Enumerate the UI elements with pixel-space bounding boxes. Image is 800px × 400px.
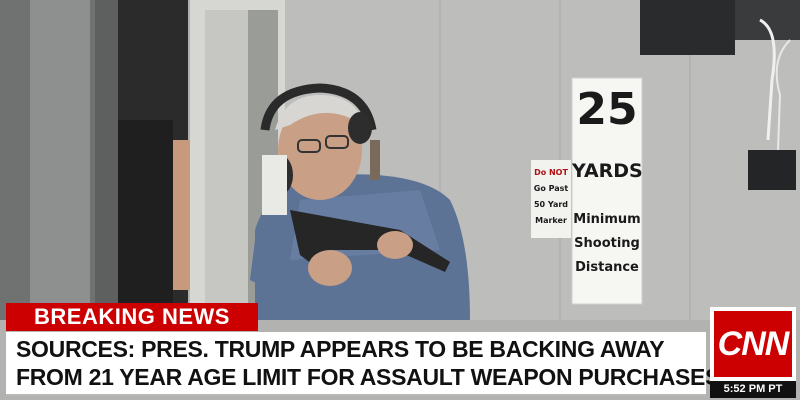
- distance-sign-caption-1: Minimum: [573, 212, 641, 227]
- cnn-logo: CNN: [717, 325, 790, 363]
- warning-sign-line-2: Go Past: [533, 184, 569, 193]
- distance-sign-caption-3: Distance: [575, 260, 639, 275]
- broadcast-timestamp: 5:52 PM PT: [710, 381, 796, 398]
- network-logo-box: CNN: [710, 307, 796, 381]
- network-logo-background: CNN: [714, 311, 792, 377]
- headline-line-1: SOURCES: PRES. TRUMP APPEARS TO BE BACKI…: [16, 336, 665, 362]
- warning-sign-line-3: 50 Yard: [533, 200, 569, 209]
- warning-sign-line-4: Marker: [535, 216, 567, 225]
- distance-sign-caption-2: Shooting: [574, 236, 640, 251]
- distance-sign-unit: YARDS: [572, 160, 643, 182]
- breaking-news-label: BREAKING NEWS: [6, 303, 258, 331]
- headline-box: SOURCES: PRES. TRUMP APPEARS TO BE BACKI…: [6, 332, 720, 396]
- distance-sign-number: 25: [576, 84, 638, 135]
- warning-sign-line-1: Do NOT: [534, 168, 568, 177]
- headline-line-2: FROM 21 YEAR AGE LIMIT FOR ASSAULT WEAPO…: [16, 364, 721, 390]
